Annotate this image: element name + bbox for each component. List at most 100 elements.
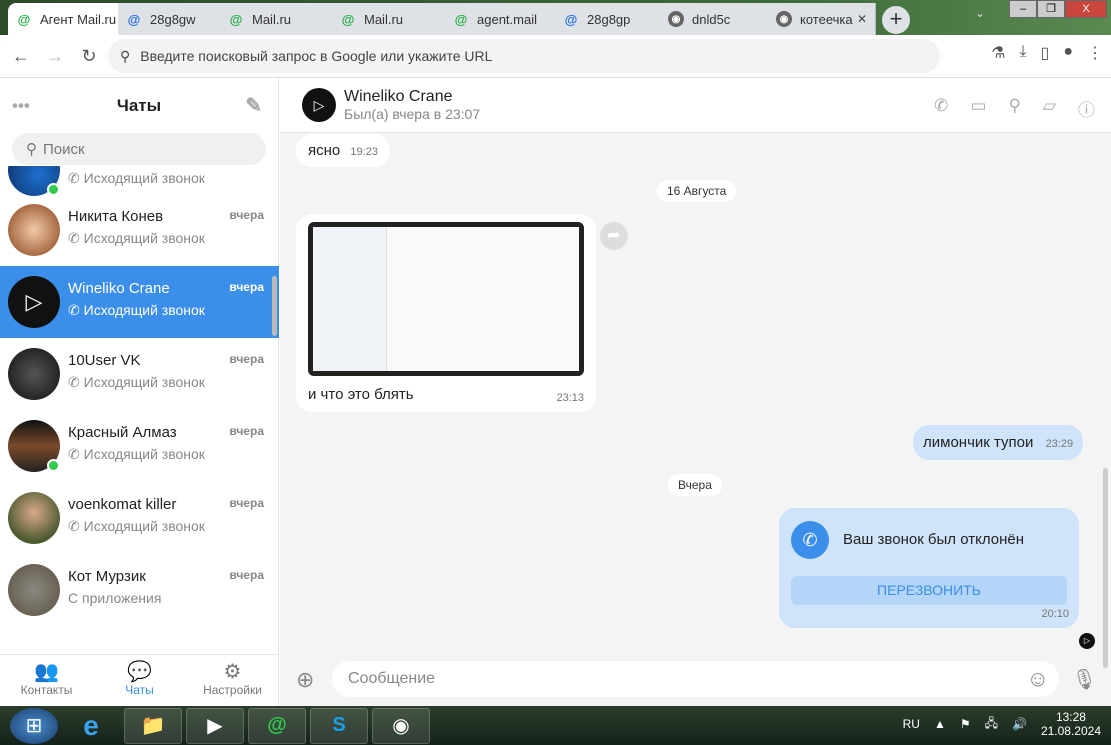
- globe-icon: ◉: [776, 11, 792, 27]
- omnibox-placeholder: Введите поисковый запрос в Google или ук…: [140, 48, 493, 64]
- mail-at-icon: @: [229, 11, 243, 27]
- message-time: 23:29: [1045, 438, 1074, 450]
- media-player-icon[interactable]: ▶: [186, 707, 244, 744]
- phone-icon[interactable]: ✆: [934, 96, 948, 121]
- nav-chats[interactable]: 💬 Чаты: [93, 655, 186, 706]
- more-icon[interactable]: •••: [12, 96, 30, 116]
- message-input[interactable]: Сообщение ☺: [332, 661, 1059, 697]
- message-time: 20:10: [1041, 608, 1069, 620]
- contact-name: Wineliko Crane: [344, 88, 453, 105]
- phone-icon: ✆: [68, 374, 84, 390]
- menu-kebab-icon[interactable]: ⋮: [1087, 43, 1103, 63]
- tab-search-chevron-icon[interactable]: ⌄: [975, 6, 985, 20]
- chat-preview-text: Исходящий звонок: [83, 518, 205, 534]
- avatar: ▷: [8, 276, 60, 328]
- browser-tab-strip: @Агент Mail.ru✕ @28g8gw✕ @Mail.ru✕ @Mail…: [0, 0, 1111, 35]
- phone-icon: ✆: [68, 230, 84, 246]
- message-incoming[interactable]: ясно 19:23: [296, 134, 390, 167]
- nav-settings[interactable]: ⚙ Настройки: [186, 655, 279, 706]
- search-icon: ⚲: [120, 47, 131, 64]
- chat-list-item[interactable]: voenkomat killer ✆ Исходящий звонок вчера: [0, 482, 279, 554]
- tab-title: котеечка: [800, 11, 853, 27]
- chat-list-item[interactable]: 10User VK ✆ Исходящий звонок вчера: [0, 338, 279, 410]
- scrollbar[interactable]: [272, 276, 277, 336]
- message-text: Ваш звонок был отклонён: [843, 531, 1025, 548]
- clock-date: 21.08.2024: [1040, 724, 1101, 738]
- scrollbar[interactable]: [1103, 468, 1108, 668]
- minimize-button[interactable]: –: [1009, 0, 1037, 18]
- avatar: [8, 564, 60, 616]
- close-window-button[interactable]: X: [1065, 0, 1107, 18]
- chat-list: ✆ Исходящий звонок Никита Конев ✆ Исходящ…: [0, 166, 279, 656]
- reload-icon[interactable]: ↻: [76, 46, 102, 67]
- chat-preview: ✆ Исходящий звонок: [68, 302, 279, 319]
- attach-plus-icon[interactable]: ⊕: [296, 667, 314, 693]
- profile-avatar-icon[interactable]: ●: [1063, 43, 1073, 63]
- phone-icon: ✆: [68, 302, 84, 318]
- mail-agent-icon[interactable]: @: [248, 707, 306, 744]
- chat-preview: ✆ Исходящий звонок: [68, 230, 279, 247]
- chat-time: вчера: [229, 424, 264, 438]
- emoji-icon[interactable]: ☺: [1027, 666, 1049, 692]
- chat-time: вчера: [229, 280, 264, 294]
- nav-contacts[interactable]: 👥 Контакты: [0, 655, 93, 706]
- mail-at-icon: @: [341, 11, 355, 27]
- side-panel-icon[interactable]: ▯: [1041, 43, 1050, 63]
- info-icon[interactable]: ⓘ: [1078, 96, 1095, 121]
- clock[interactable]: 13:28 21.08.2024: [1041, 710, 1101, 738]
- download-icon[interactable]: ⤓: [1019, 43, 1026, 63]
- message-time: 19:23: [350, 146, 378, 158]
- volume-icon[interactable]: 🔊: [1012, 717, 1027, 731]
- chat-preview: С приложения: [68, 590, 162, 606]
- contact-status: Был(а) вчера в 23:07: [344, 106, 481, 122]
- chat-list-item[interactable]: Никита Конев ✆ Исходящий звонок вчера: [0, 194, 279, 266]
- message-outgoing[interactable]: лимончик тупои 23:29: [913, 425, 1084, 460]
- microphone-icon[interactable]: 🎙: [1072, 667, 1097, 692]
- message-text: и что это блять: [308, 386, 414, 403]
- message-incoming-image[interactable]: и что это блять 23:13: [296, 214, 596, 412]
- compose-icon[interactable]: ✎: [245, 93, 262, 118]
- screenshot-image[interactable]: [308, 222, 584, 376]
- back-icon[interactable]: ←: [8, 46, 34, 67]
- call-back-button[interactable]: ПЕРЕЗВОНИТЬ: [791, 576, 1067, 605]
- new-tab-button[interactable]: +: [882, 6, 910, 34]
- chat-header: ▷ Wineliko Crane Был(а) вчера в 23:07 ✆ ▭ ⚲…: [280, 78, 1111, 133]
- forward-icon[interactable]: →: [42, 46, 68, 67]
- avatar: [8, 492, 60, 544]
- close-tab-icon[interactable]: ✕: [857, 12, 867, 26]
- search-icon[interactable]: ⚲: [1008, 96, 1020, 121]
- date-separator: 16 Августа: [657, 180, 737, 202]
- chat-list-item[interactable]: Красный Алмаз ✆ Исходящий звонок вчера: [0, 410, 279, 482]
- omnibox[interactable]: ⚲ Введите поисковый запрос в Google или у…: [108, 39, 940, 73]
- search-input[interactable]: ⚲ Поиск: [12, 133, 266, 165]
- chat-list-item[interactable]: Кот Мурзик С приложения вчера: [0, 554, 279, 626]
- chat-preview-text: Исходящий звонок: [83, 446, 205, 462]
- explorer-folder-icon[interactable]: 📁: [124, 707, 182, 744]
- internet-explorer-icon[interactable]: e: [62, 708, 120, 744]
- chrome-icon[interactable]: ◉: [372, 707, 430, 744]
- search-placeholder: Поиск: [43, 140, 85, 158]
- video-camera-icon[interactable]: ▭: [970, 96, 986, 121]
- show-hidden-icons[interactable]: ▲: [934, 717, 946, 731]
- phone-icon: ✆: [68, 170, 84, 186]
- at-icon: @: [564, 11, 578, 27]
- folder-icon[interactable]: ▱: [1043, 96, 1056, 121]
- action-center-flag-icon[interactable]: ⚑: [960, 717, 971, 731]
- chat-preview-text: Исходящий звонок: [83, 302, 205, 318]
- chat-list-item[interactable]: ▷ Wineliko Crane ✆ Исходящий звонок вчера: [0, 266, 279, 338]
- labs-flask-icon[interactable]: ⚗: [991, 43, 1005, 63]
- restore-button[interactable]: ❐: [1037, 0, 1065, 18]
- browser-tab[interactable]: ◉ котеечка ✕: [768, 3, 876, 35]
- chat-time: вчера: [229, 352, 264, 366]
- chat-preview: ✆ Исходящий звонок: [68, 374, 279, 391]
- at-icon: @: [127, 11, 141, 27]
- message-text: лимончик тупои: [923, 434, 1034, 451]
- network-icon[interactable]: 🖧: [985, 714, 998, 735]
- mail-at-icon: @: [17, 11, 31, 27]
- contact-avatar[interactable]: ▷: [302, 88, 336, 122]
- chat-preview: ✆ Исходящий звонок: [68, 446, 279, 463]
- start-button[interactable]: ⊞: [10, 707, 58, 744]
- forward-share-icon[interactable]: ➦: [600, 222, 628, 250]
- language-indicator[interactable]: RU: [903, 717, 920, 731]
- skype-icon[interactable]: S: [310, 707, 368, 744]
